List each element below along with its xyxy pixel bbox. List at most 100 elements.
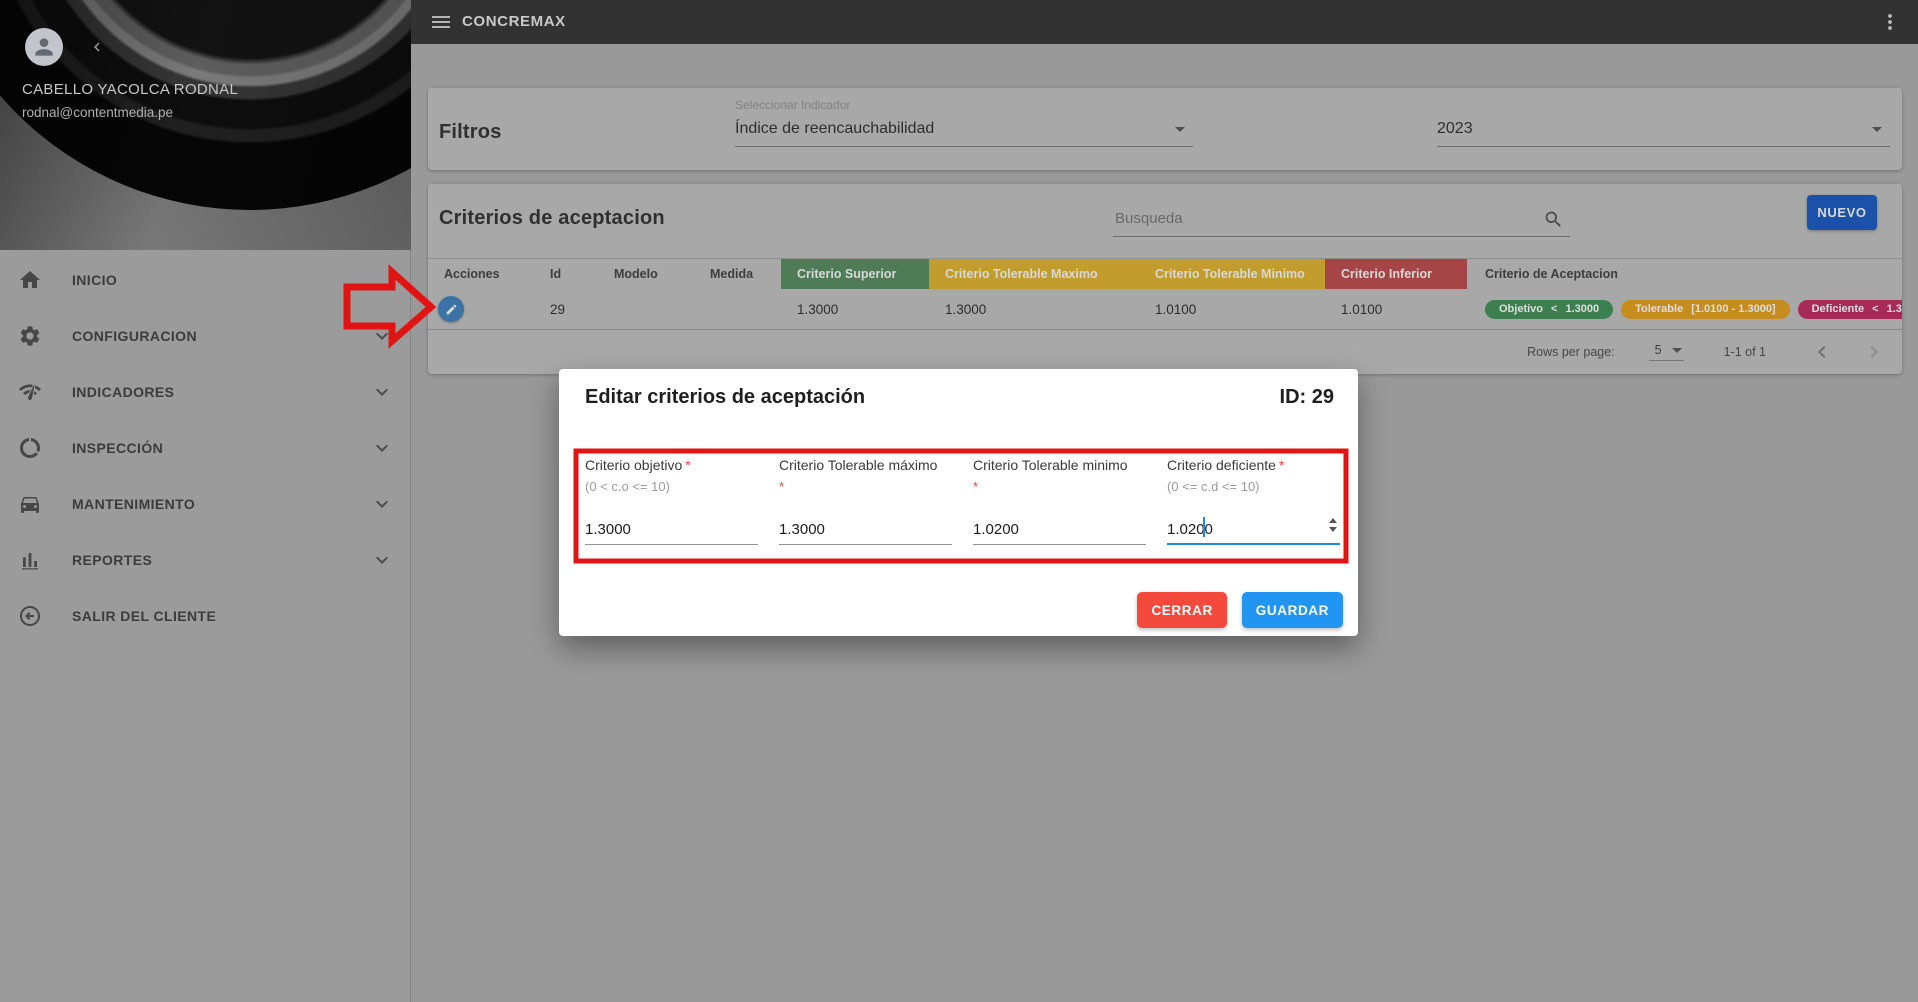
field-label: Criterio Tolerable minimo xyxy=(973,457,1128,473)
pagination: Rows per page: 5 1-1 of 1 xyxy=(428,330,1902,374)
sidebar-header-photo: CABELLO YACOLCA RODNAL rodnal@contentmed… xyxy=(0,0,411,250)
col-header-criterio-aceptacion: Criterio de Aceptacion xyxy=(1467,259,1902,289)
year-select-value: 2023 xyxy=(1437,115,1890,147)
cell-criterio-aceptacion: Objetivo < 1.3000 Tolerable [1.0100 - 1.… xyxy=(1467,289,1902,329)
field-criterio-tolerable-minimo: Criterio Tolerable minimo * xyxy=(973,457,1146,553)
col-header-criterio-tolerable-maximo: Criterio Tolerable Maximo xyxy=(929,259,1139,289)
indicator-select-label: Seleccionar Indicador xyxy=(735,98,1193,115)
app-title: CONCREMAX xyxy=(462,13,566,30)
chevron-down-icon xyxy=(370,492,394,516)
col-header-criterio-tolerable-minimo: Criterio Tolerable Minimo xyxy=(1139,259,1325,289)
cell-acciones xyxy=(428,289,534,329)
badge-deficiente: Deficiente < 1.3000 xyxy=(1798,300,1902,319)
chevron-left-icon[interactable] xyxy=(88,38,106,56)
table-header-row: Acciones Id Modelo Medida Criterio Super… xyxy=(428,258,1902,289)
required-asterisk: * xyxy=(685,457,690,473)
dropdown-arrow-icon xyxy=(1175,127,1185,132)
indicator-select[interactable]: Seleccionar Indicador Índice de reencauc… xyxy=(735,98,1193,147)
app-root: CABELLO YACOLCA RODNAL rodnal@contentmed… xyxy=(0,0,1918,1002)
field-label: Criterio Tolerable máximo xyxy=(779,457,937,473)
chevron-down-icon xyxy=(370,380,394,404)
field-label: Criterio deficiente xyxy=(1167,457,1276,473)
sidebar-item-reportes[interactable]: REPORTES xyxy=(0,532,411,588)
col-header-criterio-superior: Criterio Superior xyxy=(781,259,929,289)
badge-label: Deficiente xyxy=(1812,303,1865,315)
modal-fields: Criterio objetivo* (0 < c.o <= 10) Crite… xyxy=(585,457,1340,553)
avatar xyxy=(25,28,63,66)
search-input[interactable] xyxy=(1113,206,1570,237)
save-button[interactable]: GUARDAR xyxy=(1242,592,1343,628)
person-icon xyxy=(31,34,57,60)
close-button[interactable]: CERRAR xyxy=(1137,592,1226,628)
badge-range: [1.0100 - 1.3000] xyxy=(1691,303,1775,315)
sidebar-item-indicadores[interactable]: INDICADORES xyxy=(0,364,411,420)
sidebar: CABELLO YACOLCA RODNAL rodnal@contentmed… xyxy=(0,0,411,1002)
badge-operator: < xyxy=(1551,303,1557,315)
sidebar-item-inspeccion[interactable]: INSPECCIÓN xyxy=(0,420,411,476)
dial-icon xyxy=(18,436,42,460)
rows-per-page-label: Rows per page: xyxy=(1527,345,1615,359)
spinner-up-icon[interactable] xyxy=(1329,518,1337,523)
criterio-deficiente-input[interactable] xyxy=(1167,515,1340,545)
required-asterisk: * xyxy=(779,479,784,494)
filters-title: Filtros xyxy=(439,121,502,144)
previous-page-button[interactable] xyxy=(1810,340,1834,364)
col-header-criterio-inferior: Criterio Inferior xyxy=(1325,259,1467,289)
rows-per-page-value: 5 xyxy=(1655,343,1662,357)
criterio-tolerable-minimo-input[interactable] xyxy=(973,515,1146,545)
sidebar-item-inicio[interactable]: INICIO xyxy=(0,252,411,308)
criterio-tolerable-maximo-input[interactable] xyxy=(779,515,952,545)
badge-objetivo: Objetivo < 1.3000 xyxy=(1485,300,1613,319)
new-button[interactable]: NUEVO xyxy=(1807,195,1877,230)
criteria-card: Criterios de aceptacion NUEVO Acciones I… xyxy=(428,184,1902,374)
sidebar-item-label: SALIR DEL CLIENTE xyxy=(72,608,216,624)
spinner-down-icon[interactable] xyxy=(1329,527,1337,532)
rows-per-page-select[interactable]: 5 xyxy=(1649,343,1684,361)
pencil-icon xyxy=(445,303,458,316)
year-select[interactable]: 2023 xyxy=(1437,98,1890,147)
sidebar-item-label: REPORTES xyxy=(72,552,152,568)
modal-record-id: ID: 29 xyxy=(1280,386,1334,409)
sidebar-item-configuracion[interactable]: CONFIGURACION xyxy=(0,308,411,364)
indicator-select-value: Índice de reencauchabilidad xyxy=(735,115,1193,147)
required-asterisk: * xyxy=(973,479,978,494)
number-spinner[interactable] xyxy=(1328,518,1338,532)
chevron-down-icon xyxy=(370,436,394,460)
sidebar-item-mantenimiento[interactable]: MANTENIMIENTO xyxy=(0,476,411,532)
criteria-table: Acciones Id Modelo Medida Criterio Super… xyxy=(428,258,1902,330)
sidebar-item-salir[interactable]: SALIR DEL CLIENTE xyxy=(0,588,411,644)
field-label: Criterio objetivo xyxy=(585,457,682,473)
cell-criterio-inferior: 1.0100 xyxy=(1325,289,1467,329)
user-name: CABELLO YACOLCA RODNAL xyxy=(22,81,238,98)
search-icon[interactable] xyxy=(1543,209,1564,230)
kebab-menu-icon[interactable] xyxy=(1878,10,1902,34)
modal-actions: CERRAR GUARDAR xyxy=(1137,592,1343,628)
exit-arrow-icon xyxy=(18,604,42,628)
dropdown-arrow-icon xyxy=(1872,127,1882,132)
next-page-button[interactable] xyxy=(1862,340,1886,364)
sidebar-item-label: INICIO xyxy=(72,272,117,288)
field-hint: (0 < c.o <= 10) xyxy=(585,479,670,494)
chevron-down-icon xyxy=(370,324,394,348)
photo-shade xyxy=(0,0,411,250)
edit-criteria-modal: Editar criterios de aceptación ID: 29 Cr… xyxy=(559,369,1358,636)
field-criterio-tolerable-maximo: Criterio Tolerable máximo * xyxy=(779,457,952,553)
badge-operator: < xyxy=(1872,303,1878,315)
hamburger-menu-icon[interactable] xyxy=(429,10,453,34)
sidebar-item-label: INDICADORES xyxy=(72,384,174,400)
text-cursor xyxy=(1203,517,1205,537)
cell-criterio-tolerable-maximo: 1.3000 xyxy=(929,289,1139,329)
sidebar-item-label: MANTENIMIENTO xyxy=(72,496,195,512)
cell-criterio-superior: 1.3000 xyxy=(781,289,929,329)
topbar: CONCREMAX xyxy=(411,0,1918,44)
sidebar-item-label: CONFIGURACION xyxy=(72,328,197,344)
bar-chart-icon xyxy=(18,548,42,572)
edit-row-button[interactable] xyxy=(438,296,464,322)
criterio-objetivo-input[interactable] xyxy=(585,515,758,545)
gear-icon xyxy=(18,324,42,348)
cell-modelo xyxy=(598,289,694,329)
badge-label: Tolerable xyxy=(1635,303,1683,315)
badge-tolerable: Tolerable [1.0100 - 1.3000] xyxy=(1621,300,1789,319)
chevron-down-icon xyxy=(370,548,394,572)
cell-medida xyxy=(694,289,781,329)
